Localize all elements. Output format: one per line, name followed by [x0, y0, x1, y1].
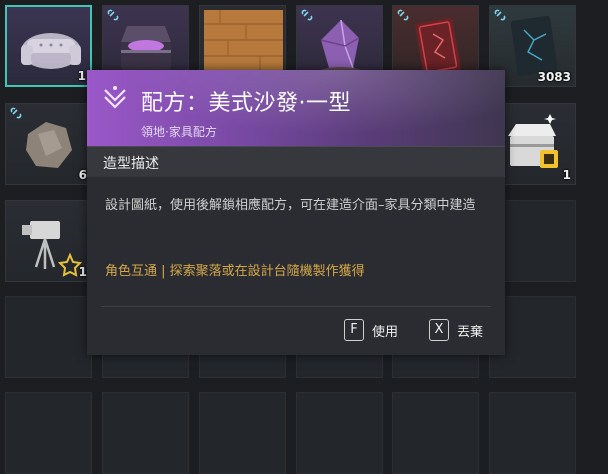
use-action[interactable]: F 使用: [344, 317, 398, 343]
key-f-icon: F: [344, 319, 364, 341]
empty-slot[interactable]: [5, 392, 92, 474]
item-title: 配方：美式沙發·一型: [141, 91, 351, 116]
sofa-item-slot[interactable]: 1: [5, 5, 92, 87]
item-quantity: 1: [77, 69, 86, 83]
tooltip-header: 配方：美式沙發·一型 領地·家具配方: [87, 70, 505, 146]
item-quantity: 3083: [537, 70, 571, 84]
item-description: 設計圖紙，使用後解鎖相應配方，可在建造介面–家具分類中建造: [105, 198, 476, 213]
empty-slot[interactable]: [199, 392, 286, 474]
item-tooltip: 配方：美式沙發·一型 領地·家具配方 造型描述 設計圖紙，使用後解鎖相應配方，可…: [87, 70, 505, 355]
empty-slot[interactable]: [5, 296, 92, 378]
description-section-header: 造型描述: [87, 146, 505, 177]
item-quantity: 6: [78, 168, 87, 182]
discard-action[interactable]: X 丟棄: [429, 317, 483, 343]
empty-slot[interactable]: [489, 392, 576, 474]
item-quantity: 1: [562, 168, 571, 182]
section-title: 造型描述: [103, 156, 159, 172]
item-source: 角色互通 | 探索聚落或在設計台隨機製作獲得: [105, 264, 365, 279]
camera-item-slot[interactable]: 1: [5, 200, 92, 282]
rarity-chevron-icon: [104, 86, 126, 109]
stone-item-slot[interactable]: 6: [5, 103, 92, 185]
use-label: 使用: [372, 324, 399, 340]
key-x-icon: X: [429, 319, 449, 341]
empty-slot[interactable]: [102, 392, 189, 474]
empty-slot[interactable]: [392, 392, 479, 474]
divider: [101, 306, 491, 307]
discard-label: 丟棄: [457, 324, 484, 340]
empty-slot[interactable]: [296, 392, 383, 474]
item-quantity: 1: [78, 265, 87, 279]
item-category: 領地·家具配方: [141, 125, 217, 139]
